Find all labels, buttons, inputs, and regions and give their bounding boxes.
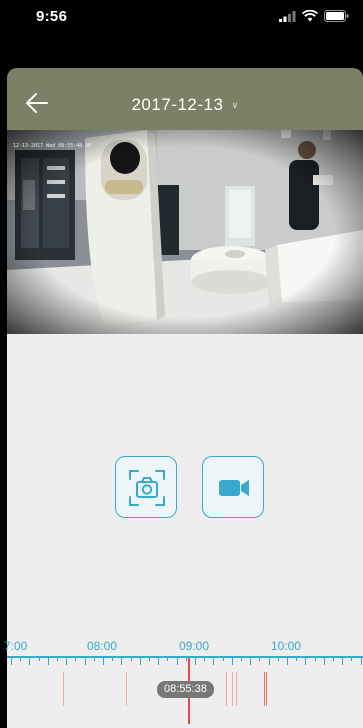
- timeline-tick: [323, 656, 325, 665]
- timeline-tick: [57, 656, 58, 661]
- timeline-event: [266, 672, 267, 706]
- status-bar: 9:56: [0, 0, 363, 34]
- timeline-tick: [268, 656, 270, 665]
- timeline-tick: [66, 656, 68, 665]
- timeline-tick: [287, 656, 288, 665]
- status-spacer: [0, 34, 363, 68]
- wifi-icon: [302, 10, 318, 22]
- timeline-tick: [296, 656, 298, 661]
- timeline-tick: [121, 656, 123, 665]
- timeline-tick: [20, 656, 22, 661]
- timeline[interactable]: 7:00 08:00 09:00 10:00 08:55:38: [4, 634, 363, 728]
- timeline-tick: [222, 656, 224, 661]
- timeline-tick: [231, 656, 233, 665]
- record-button[interactable]: [202, 456, 264, 518]
- timeline-tick: [351, 656, 353, 661]
- timeline-tick: [130, 656, 132, 661]
- timeline-tick: [139, 656, 141, 665]
- timeline-tick: [259, 656, 261, 661]
- timeline-event: [126, 672, 127, 706]
- timeline-tick: [213, 656, 215, 665]
- timeline-tick: [149, 656, 150, 661]
- timeline-tick: [333, 656, 334, 661]
- timeline-tick: [305, 656, 307, 665]
- timeline-tick: [29, 656, 31, 665]
- timeline-label-3: 10:00: [271, 639, 302, 653]
- battery-icon: [324, 10, 349, 22]
- timeline-tick: [250, 656, 252, 665]
- video-camera-icon: [219, 480, 249, 496]
- playback-header: 2017-12-13 ∨: [7, 68, 363, 130]
- timeline-tick: [241, 656, 242, 661]
- playback-controls-area: 7:00 08:00 09:00 10:00 08:55:38: [4, 334, 363, 728]
- timeline-tick: [112, 656, 114, 661]
- timeline-tick: [103, 656, 104, 665]
- timeline-event: [226, 672, 227, 706]
- signal-icon: [279, 10, 296, 22]
- date-selector[interactable]: 2017-12-13 ∨: [7, 95, 363, 115]
- timeline-tick: [195, 656, 196, 665]
- timeline-tick: [93, 656, 95, 661]
- status-icons: [279, 10, 349, 22]
- timeline-tick: [342, 656, 344, 665]
- timeline-tick: [360, 656, 362, 665]
- timeline-event: [236, 672, 237, 706]
- timeline-event: [264, 672, 265, 706]
- timeline-tick: [314, 656, 316, 661]
- snapshot-button[interactable]: [115, 456, 177, 518]
- timeline-tick: [47, 656, 49, 665]
- timeline-label-0: 7:00: [4, 639, 28, 653]
- timeline-tick: [84, 656, 86, 665]
- timeline-tick: [75, 656, 77, 661]
- timeline-label-2: 09:00: [179, 639, 210, 653]
- video-player[interactable]: 12-13-2017 Wed 08:55:48 AM: [7, 130, 363, 334]
- current-time-badge: 08:55:38: [157, 681, 214, 698]
- timeline-tick: [167, 656, 169, 661]
- camera-feed-image: [7, 130, 363, 334]
- timeline-tick: [158, 656, 160, 665]
- status-time: 9:56: [36, 8, 68, 25]
- camera-snapshot-icon: [129, 470, 165, 506]
- timeline-event: [232, 672, 233, 706]
- date-label: 2017-12-13: [131, 95, 224, 114]
- timeline-tick: [176, 656, 178, 665]
- chevron-down-icon: ∨: [231, 100, 239, 111]
- timeline-event: [63, 672, 64, 706]
- video-timestamp-overlay: 12-13-2017 Wed 08:55:48 AM: [13, 143, 92, 149]
- timeline-tick: [204, 656, 206, 661]
- timeline-tick: [38, 656, 40, 661]
- timeline-tick: [11, 656, 12, 665]
- timeline-tick: [185, 656, 187, 661]
- timeline-label-1: 08:00: [87, 639, 118, 653]
- timeline-tick: [277, 656, 279, 661]
